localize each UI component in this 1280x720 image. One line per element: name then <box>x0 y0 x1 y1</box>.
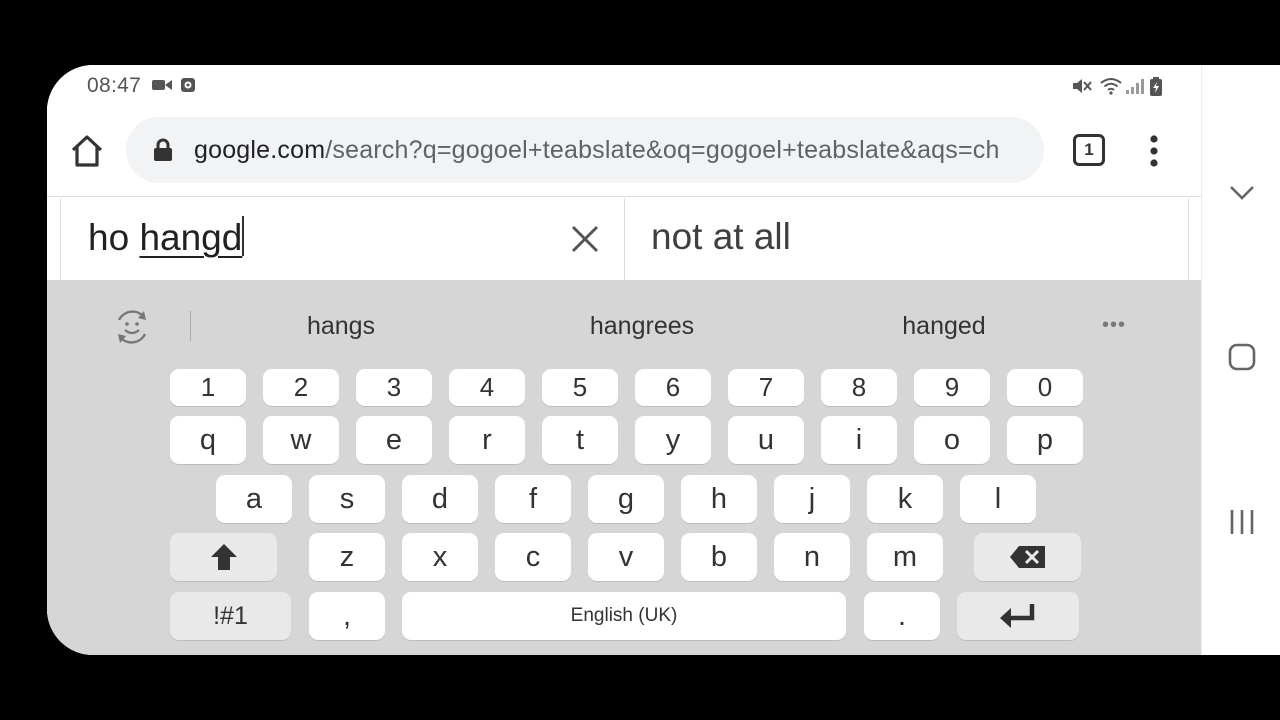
space-key[interactable]: English (UK) <box>402 592 846 640</box>
suggestion-1[interactable]: hangs <box>307 312 375 341</box>
close-icon[interactable] <box>569 223 601 255</box>
key-j[interactable]: j <box>774 475 850 523</box>
key-8[interactable]: 8 <box>821 369 897 406</box>
key-9[interactable]: 9 <box>914 369 990 406</box>
battery-icon <box>1149 77 1163 102</box>
shift-key[interactable] <box>170 533 277 581</box>
wifi-icon <box>1099 77 1123 100</box>
key-m[interactable]: m <box>867 533 943 581</box>
key-g[interactable]: g <box>588 475 664 523</box>
url-path: /search?q=gogoel+teabslate&oq=gogoel+tea… <box>325 136 1000 164</box>
key-5[interactable]: 5 <box>542 369 618 406</box>
soft-keyboard: hangs hangrees hanged ••• 1 2 3 4 5 6 7 … <box>47 280 1201 655</box>
key-s[interactable]: s <box>309 475 385 523</box>
period-key[interactable]: . <box>864 592 940 640</box>
home-icon[interactable] <box>67 131 107 171</box>
recents-icon[interactable] <box>1225 505 1259 539</box>
address-bar[interactable]: google.com/search?q=gogoel+teabslate&oq=… <box>126 117 1044 183</box>
more-options-icon[interactable]: ••• <box>1102 314 1126 337</box>
source-text-input[interactable]: ho hangd <box>60 198 625 280</box>
url-host: google.com <box>194 136 326 164</box>
app-screen: 08:47 google.com/search?q=gogoel+teabsla… <box>47 65 1201 655</box>
key-6[interactable]: 6 <box>635 369 711 406</box>
page-content: ho hangd not at all <box>47 198 1201 280</box>
enter-key[interactable] <box>957 592 1079 640</box>
key-u[interactable]: u <box>728 416 804 464</box>
key-n[interactable]: n <box>774 533 850 581</box>
key-w[interactable]: w <box>263 416 339 464</box>
status-bar: 08:47 <box>47 65 1201 105</box>
key-e[interactable]: e <box>356 416 432 464</box>
key-k[interactable]: k <box>867 475 943 523</box>
browser-toolbar: google.com/search?q=gogoel+teabslate&oq=… <box>47 105 1201 197</box>
phone-screen: 08:47 google.com/search?q=gogoel+teabsla… <box>47 65 1280 655</box>
mute-icon <box>1072 77 1092 100</box>
input-prefix: ho <box>88 217 140 258</box>
key-l[interactable]: l <box>960 475 1036 523</box>
lock-icon[interactable] <box>152 138 174 162</box>
signal-icon <box>1125 77 1145 100</box>
comma-key[interactable]: , <box>309 592 385 640</box>
home-square-icon[interactable] <box>1225 340 1259 374</box>
key-y[interactable]: y <box>635 416 711 464</box>
shift-arrow-icon <box>210 544 237 570</box>
symbols-key[interactable]: !#1 <box>170 592 291 640</box>
key-a[interactable]: a <box>216 475 292 523</box>
navigation-bar <box>1201 65 1280 655</box>
url-text[interactable]: google.com/search?q=gogoel+teabslate&oq=… <box>194 136 1000 165</box>
key-p[interactable]: p <box>1007 416 1083 464</box>
status-time: 08:47 <box>87 74 142 97</box>
key-f[interactable]: f <box>495 475 571 523</box>
key-c[interactable]: c <box>495 533 571 581</box>
key-i[interactable]: i <box>821 416 897 464</box>
key-d[interactable]: d <box>402 475 478 523</box>
key-1[interactable]: 1 <box>170 369 246 406</box>
key-t[interactable]: t <box>542 416 618 464</box>
backspace-key[interactable] <box>974 533 1081 581</box>
suggestion-2[interactable]: hangrees <box>590 312 694 341</box>
translation-text: not at all <box>651 216 791 257</box>
collapse-chevron-icon[interactable] <box>1225 175 1259 209</box>
key-o[interactable]: o <box>914 416 990 464</box>
more-vertical-icon[interactable] <box>1139 133 1169 169</box>
screen-record-icon <box>180 77 196 98</box>
key-x[interactable]: x <box>402 533 478 581</box>
key-h[interactable]: h <box>681 475 757 523</box>
key-7[interactable]: 7 <box>728 369 804 406</box>
emoji-refresh-icon[interactable] <box>113 308 151 346</box>
tab-switcher-icon[interactable]: 1 <box>1073 134 1105 166</box>
text-caret <box>242 216 245 256</box>
key-b[interactable]: b <box>681 533 757 581</box>
translation-output: not at all <box>625 198 1189 280</box>
enter-arrow-icon <box>1000 604 1035 628</box>
backspace-icon <box>1009 546 1045 568</box>
suggestion-3[interactable]: hanged <box>902 312 985 341</box>
key-0[interactable]: 0 <box>1007 369 1083 406</box>
video-camera-icon <box>151 77 173 98</box>
key-q[interactable]: q <box>170 416 246 464</box>
key-3[interactable]: 3 <box>356 369 432 406</box>
key-2[interactable]: 2 <box>263 369 339 406</box>
key-z[interactable]: z <box>309 533 385 581</box>
key-v[interactable]: v <box>588 533 664 581</box>
input-composing-word: hangd <box>139 217 243 258</box>
suggestion-bar: hangs hangrees hanged ••• <box>47 280 1201 368</box>
suggestion-divider <box>190 311 191 341</box>
input-text[interactable]: ho hangd <box>88 216 245 259</box>
key-4[interactable]: 4 <box>449 369 525 406</box>
key-r[interactable]: r <box>449 416 525 464</box>
